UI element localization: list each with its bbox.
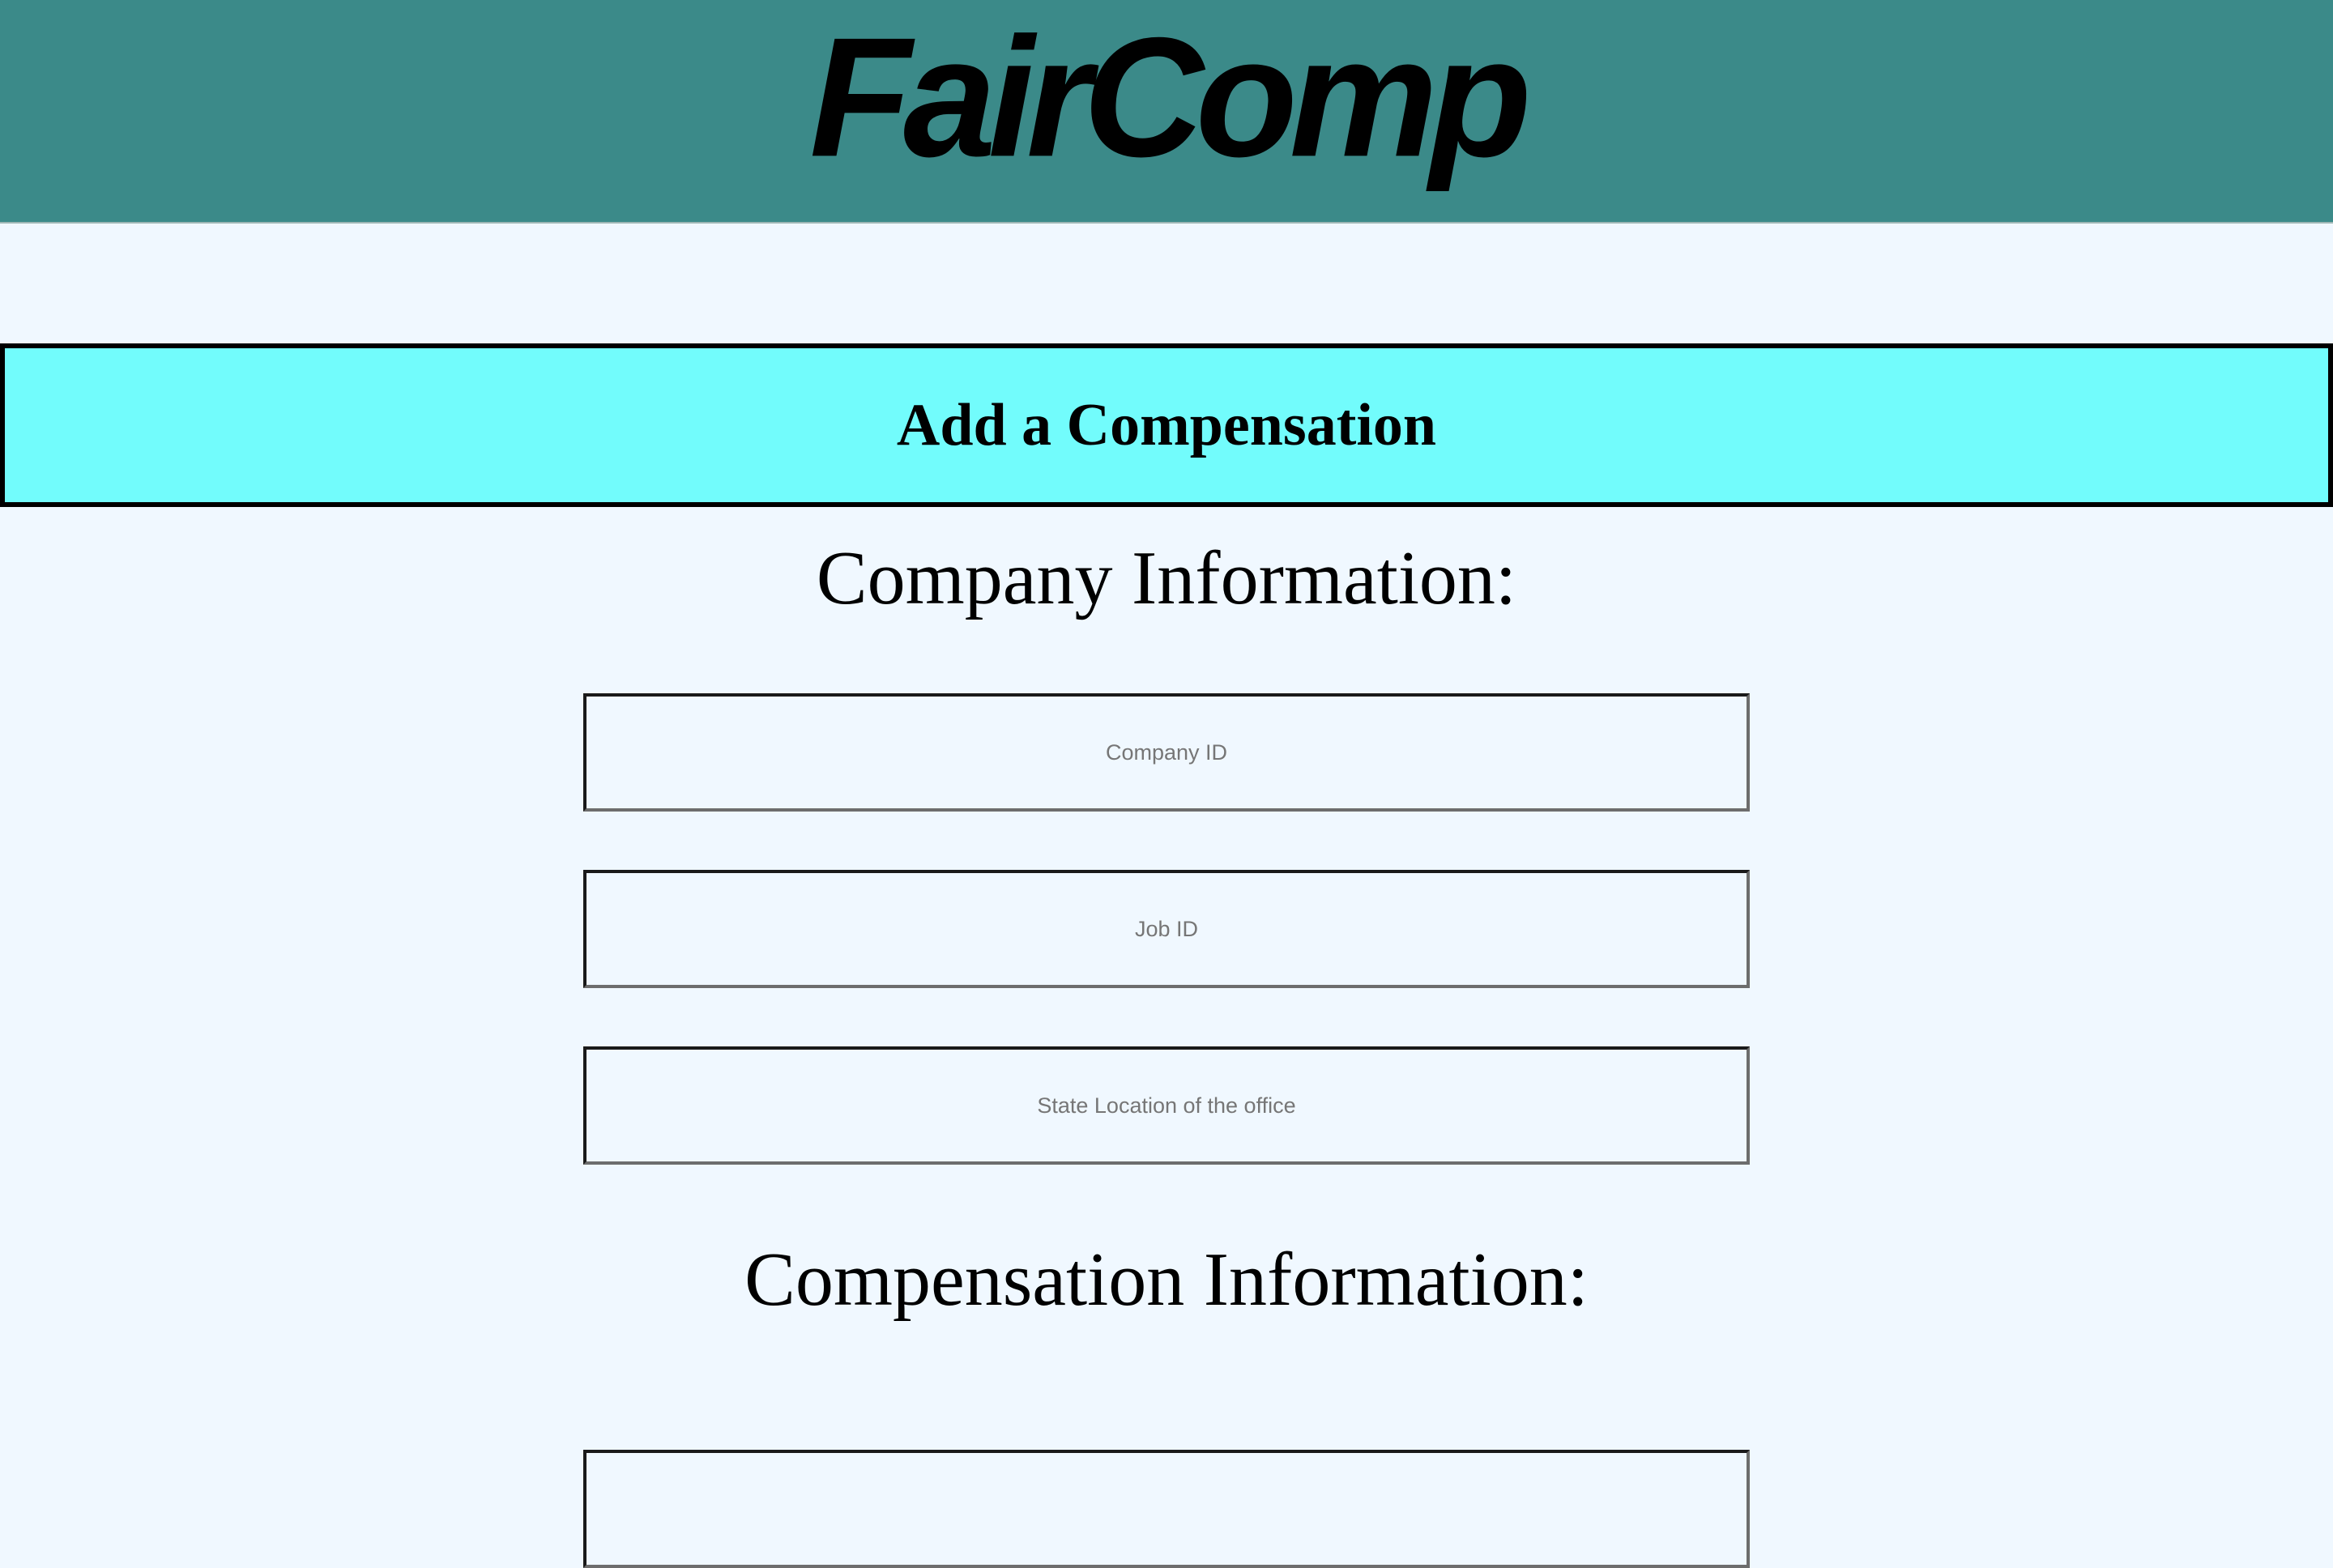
add-compensation-banner: Add a Compensation: [0, 343, 2333, 507]
compensation-input[interactable]: [583, 1450, 1750, 1568]
state-location-input[interactable]: [583, 1046, 1750, 1165]
compensation-information-heading: Compensation Information:: [744, 1238, 1589, 1322]
job-id-input[interactable]: [583, 870, 1750, 988]
company-id-input[interactable]: [583, 693, 1750, 812]
site-header: FairComp: [0, 0, 2333, 224]
company-information-heading: Company Information:: [816, 536, 1517, 620]
page-title: Add a Compensation: [896, 392, 1437, 458]
faircomp-logo[interactable]: FairComp: [0, 6, 2333, 188]
